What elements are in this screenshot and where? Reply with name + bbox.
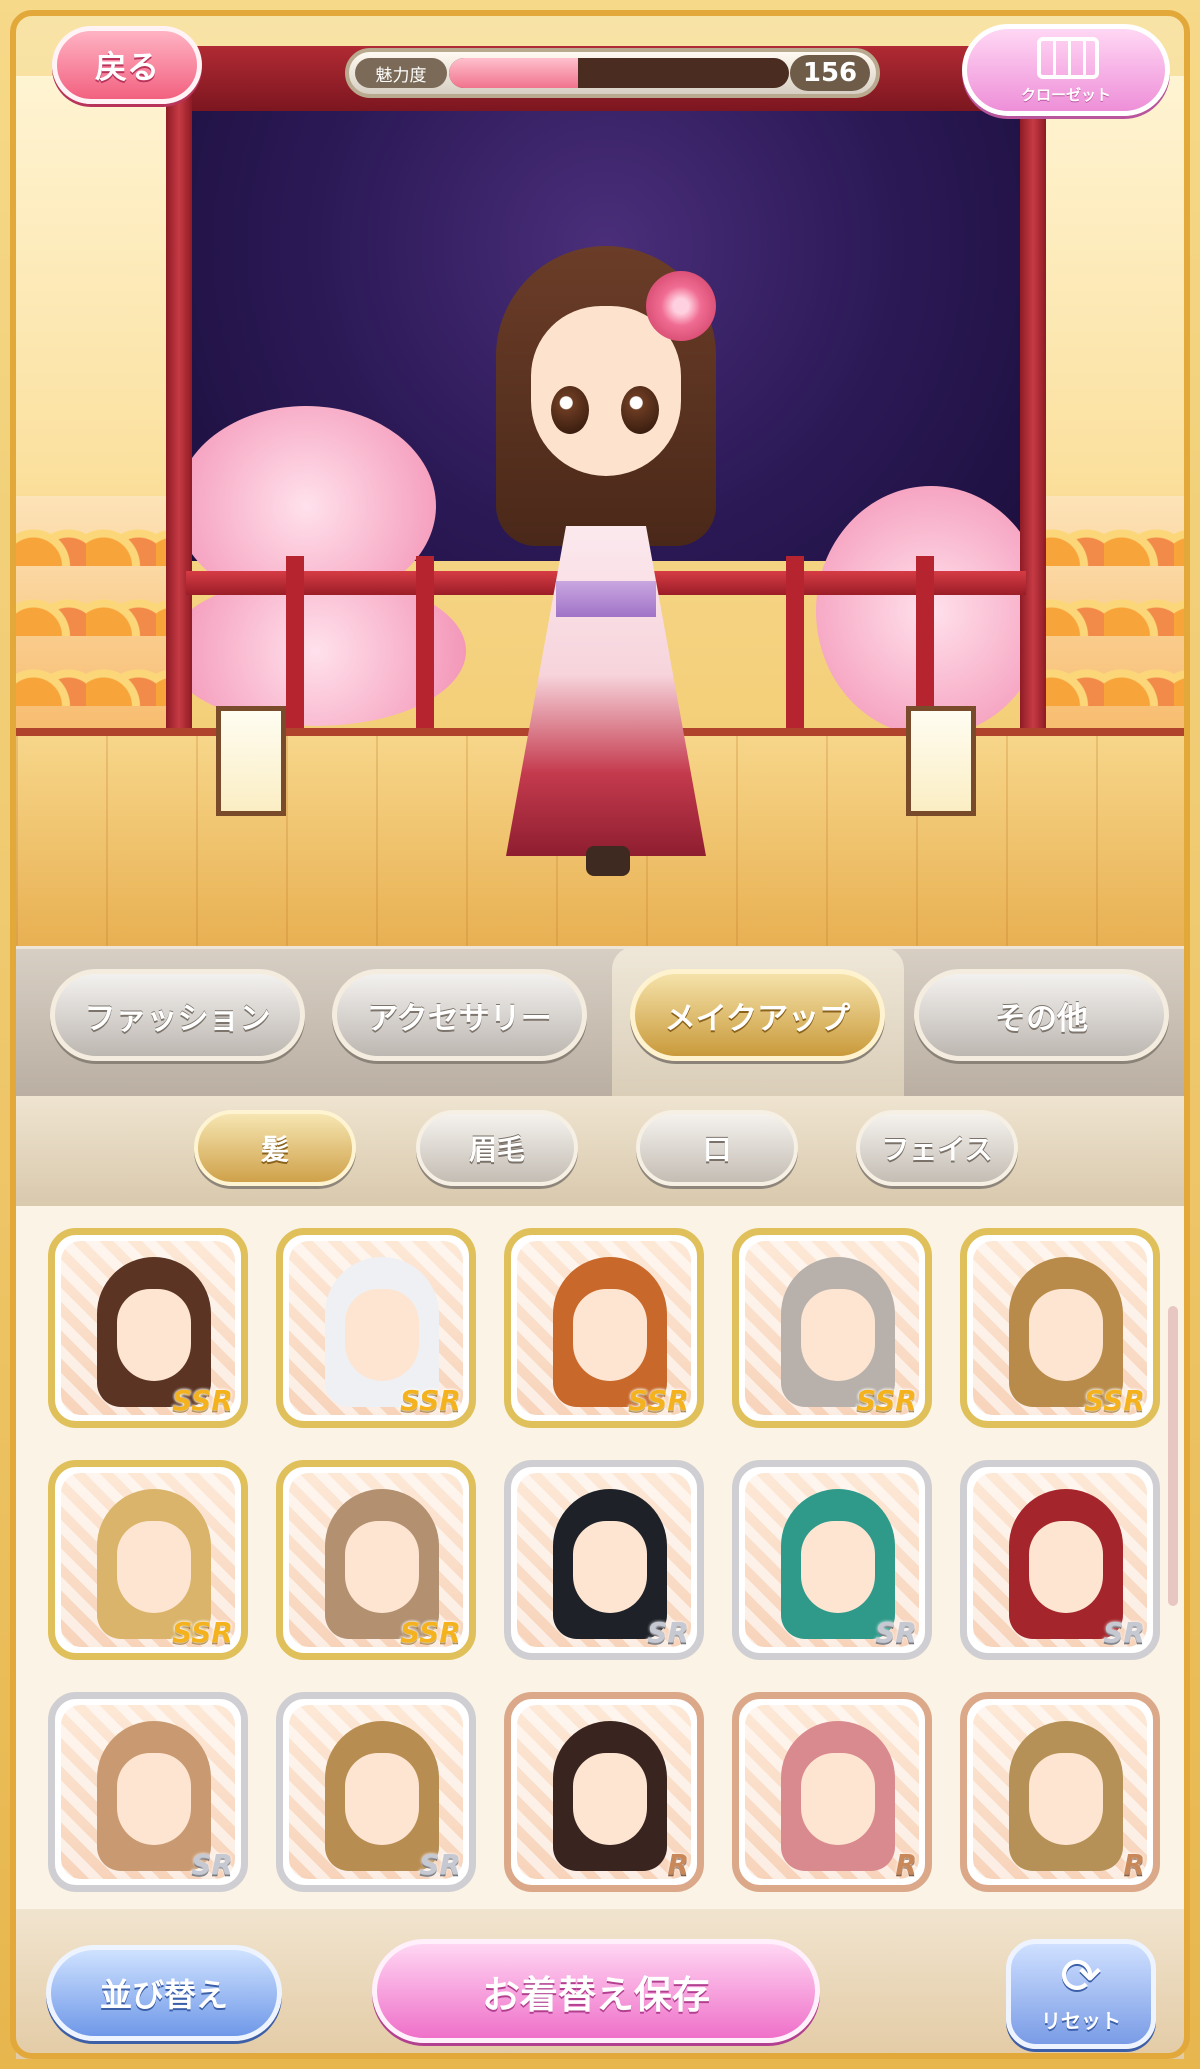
railing-post — [286, 556, 304, 736]
railing-post — [786, 556, 804, 736]
rarity-badge: SR — [1103, 1616, 1145, 1649]
face-silhouette — [1029, 1289, 1103, 1381]
hair-item-card[interactable]: SSR — [48, 1228, 248, 1428]
railing-post — [416, 556, 434, 736]
right-pillar — [1020, 46, 1046, 786]
subtab-mouth[interactable]: 口 — [636, 1110, 798, 1186]
rarity-badge: SSR — [400, 1616, 461, 1649]
save-outfit-button[interactable]: お着替え保存 — [372, 1939, 820, 2043]
closet-button[interactable]: クローゼット — [962, 24, 1170, 116]
rarity-badge: SR — [191, 1848, 233, 1881]
character-obi — [556, 581, 656, 617]
right-wall — [1034, 76, 1184, 776]
hair-item-card[interactable]: SSR — [48, 1460, 248, 1660]
hair-item-card[interactable]: SSR — [960, 1228, 1160, 1428]
rarity-badge: R — [895, 1848, 917, 1881]
stage-scene — [16, 16, 1184, 946]
subtab-eyebrows[interactable]: 眉毛 — [416, 1110, 578, 1186]
closet-label: クローゼット — [1020, 86, 1111, 104]
face-silhouette — [117, 1289, 191, 1381]
face-silhouette — [801, 1521, 875, 1613]
avatar-character — [476, 246, 736, 886]
hair-item-card[interactable]: SSR — [276, 1228, 476, 1428]
left-wall — [16, 76, 166, 776]
rarity-badge: SSR — [1084, 1384, 1145, 1417]
hair-item-thumbnail — [973, 1705, 1147, 1879]
reset-label: リセット — [1041, 2009, 1121, 2033]
reset-button[interactable]: ⟳ リセット — [1006, 1939, 1156, 2049]
back-button[interactable]: 戻る — [52, 26, 202, 104]
hair-item-card[interactable]: SR — [504, 1460, 704, 1660]
character-kimono — [506, 526, 706, 856]
subtab-hair[interactable]: 髪 — [194, 1110, 356, 1186]
face-silhouette — [345, 1753, 419, 1845]
hair-item-card[interactable]: SSR — [504, 1228, 704, 1428]
rarity-badge: SSR — [856, 1384, 917, 1417]
tab-accessory[interactable]: アクセサリー — [332, 969, 587, 1061]
grid-scrollbar[interactable] — [1168, 1306, 1178, 1606]
rarity-badge: SR — [419, 1848, 461, 1881]
face-silhouette — [117, 1753, 191, 1845]
rarity-badge: SR — [875, 1616, 917, 1649]
charm-gauge-value: 156 — [790, 55, 870, 91]
hair-item-card[interactable]: SR — [960, 1460, 1160, 1660]
face-silhouette — [573, 1521, 647, 1613]
face-silhouette — [573, 1289, 647, 1381]
tab-fashion[interactable]: ファッション — [50, 969, 305, 1061]
hair-item-card[interactable]: R — [960, 1692, 1160, 1892]
tab-makeup[interactable]: メイクアップ — [630, 969, 885, 1061]
hair-item-card[interactable]: SR — [48, 1692, 248, 1892]
rarity-badge: SR — [647, 1616, 689, 1649]
hair-item-thumbnail — [745, 1705, 919, 1879]
face-silhouette — [117, 1521, 191, 1613]
character-eye-left — [551, 386, 589, 434]
face-silhouette — [573, 1753, 647, 1845]
face-silhouette — [1029, 1521, 1103, 1613]
rarity-badge: SSR — [400, 1384, 461, 1417]
hair-item-card[interactable]: R — [732, 1692, 932, 1892]
reset-icon: ⟳ — [1060, 1947, 1102, 2005]
face-silhouette — [801, 1289, 875, 1381]
hair-item-thumbnail — [517, 1705, 691, 1879]
rarity-badge: SSR — [628, 1384, 689, 1417]
hair-item-card[interactable]: SR — [276, 1692, 476, 1892]
category-tabs: ファッション アクセサリー メイクアップ その他 — [16, 946, 1184, 1107]
face-silhouette — [345, 1289, 419, 1381]
left-pillar — [166, 46, 192, 786]
subtab-face[interactable]: フェイス — [856, 1110, 1018, 1186]
rarity-badge: SSR — [172, 1384, 233, 1417]
hair-item-card[interactable]: SSR — [732, 1228, 932, 1428]
character-feet — [586, 846, 630, 876]
item-grid-area: SSR SSR SSR SSR SSR SSR SSR SR SR SR SR SR R R R — [16, 1206, 1184, 1909]
lantern-right — [906, 706, 976, 816]
charm-gauge-track — [449, 58, 789, 88]
makeup-subtabs: 髪 眉毛 口 フェイス — [16, 1096, 1184, 1209]
hair-flower-ornament — [646, 271, 716, 341]
charm-gauge-label: 魅力度 — [355, 58, 447, 88]
hair-item-card[interactable]: SR — [732, 1460, 932, 1660]
face-silhouette — [801, 1753, 875, 1845]
hair-item-card[interactable]: R — [504, 1692, 704, 1892]
lantern-left — [216, 706, 286, 816]
rarity-badge: R — [1123, 1848, 1145, 1881]
charm-gauge-fill — [449, 58, 579, 88]
closet-icon — [1037, 37, 1099, 79]
bottom-bar: 並び替え お着替え保存 ⟳ リセット — [16, 1909, 1184, 2059]
face-silhouette — [345, 1521, 419, 1613]
dressup-screen: 戻る 魅力度 156 クローゼット ファッション アクセサリー メイクアップ そ… — [0, 0, 1200, 2069]
sort-button[interactable]: 並び替え — [46, 1945, 282, 2041]
character-eye-right — [621, 386, 659, 434]
charm-gauge: 魅力度 156 — [345, 48, 880, 98]
rarity-badge: R — [667, 1848, 689, 1881]
tab-other[interactable]: その他 — [914, 969, 1169, 1061]
hair-item-card[interactable]: SSR — [276, 1460, 476, 1660]
face-silhouette — [1029, 1753, 1103, 1845]
rarity-badge: SSR — [172, 1616, 233, 1649]
